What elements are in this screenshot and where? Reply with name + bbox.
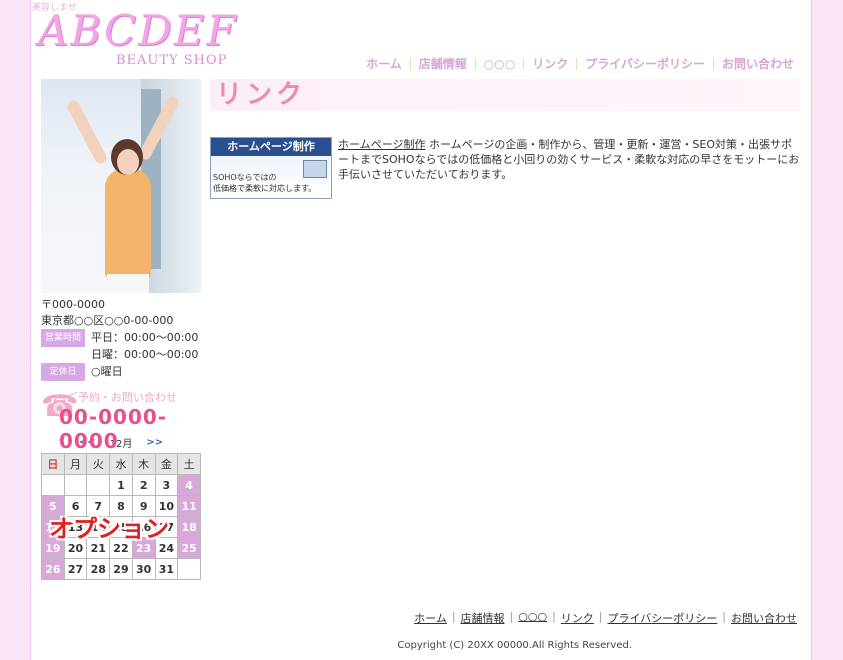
copyright: Copyright (C) 20XX 00000.All Rights Rese… bbox=[397, 640, 632, 651]
footer-nav-links[interactable]: リンク bbox=[556, 610, 599, 626]
weekday-cell: 水 bbox=[109, 453, 133, 475]
link-description: ホームページ制作 ホームページの企画・制作から、管理・更新・運営・SEO対策・出… bbox=[338, 137, 800, 199]
tel-block: ☎ ご予約・お問い合わせ 00-0000-0000 bbox=[41, 387, 201, 453]
postal-code: 〒000-0000 bbox=[41, 298, 105, 311]
footer-nav: ホーム | 店舗情報 | ○○○ | リンク | プライバシーポリシー | お問い合わせ bbox=[409, 610, 802, 626]
photo-person bbox=[105, 169, 151, 279]
global-nav: ホーム 店舗情報 ○○○ リンク プライバシーポリシー お問い合わせ bbox=[358, 55, 802, 72]
closed-label: 定休日 bbox=[41, 363, 85, 381]
calendar-day-holiday: 25 bbox=[177, 537, 201, 559]
calendar-day-holiday: 11 bbox=[177, 495, 201, 517]
nav-placeholder[interactable]: ○○○ bbox=[476, 57, 523, 71]
page-title: リンク bbox=[210, 79, 800, 111]
photo-arm bbox=[65, 98, 109, 166]
footer-nav-privacy[interactable]: プライバシーポリシー bbox=[603, 610, 723, 626]
calendar-day-holiday: 4 bbox=[177, 474, 201, 496]
model-photo bbox=[41, 79, 201, 293]
calendar: 日 月 火 水 木 金 土 1 2 3 4 5 6 7 8 9 10 11 12… bbox=[41, 453, 201, 580]
link-item: ホームページ制作 SOHOならではの 低価格で柔軟に対応します。 ホームページ制… bbox=[210, 137, 800, 199]
footer-nav-contact[interactable]: お問い合わせ bbox=[726, 610, 802, 626]
calendar-day: 29 bbox=[109, 558, 133, 580]
calendar-day bbox=[86, 474, 111, 496]
calendar-day: 27 bbox=[63, 558, 88, 580]
calendar-weekday-row: 日 月 火 水 木 金 土 bbox=[41, 453, 201, 475]
main-content: リンク ホームページ制作 SOHOならではの 低価格で柔軟に対応します。 ホーム… bbox=[210, 79, 800, 199]
hours-sunday: 日曜：00:00～00:00 bbox=[91, 348, 199, 361]
banner-title: ホームページ制作 bbox=[211, 138, 331, 156]
calendar-day-holiday: 26 bbox=[41, 558, 65, 580]
calendar-day: 31 bbox=[154, 558, 179, 580]
calendar-week: 26 27 28 29 30 31 bbox=[41, 558, 201, 580]
tel-caption: ご予約・お問い合わせ bbox=[67, 391, 177, 404]
nav-home[interactable]: ホーム bbox=[358, 55, 410, 72]
hours-weekday: 平日：00:00～00:00 bbox=[91, 331, 199, 344]
nav-privacy[interactable]: プライバシーポリシー bbox=[577, 55, 713, 72]
address: 東京都○○区○○0-00-000 bbox=[41, 314, 174, 327]
footer-nav-placeholder[interactable]: ○○○ bbox=[513, 610, 552, 626]
calendar-week: 1 2 3 4 bbox=[41, 474, 201, 496]
tel-number[interactable]: 00-0000-0000 bbox=[59, 405, 201, 453]
link-banner[interactable]: ホームページ制作 SOHOならではの 低価格で柔軟に対応します。 bbox=[210, 137, 332, 199]
option-overlay-label: オプション bbox=[49, 515, 169, 543]
footer-nav-shop-info[interactable]: 店舗情報 bbox=[456, 610, 510, 626]
hours-label: 営業時間 bbox=[41, 329, 85, 347]
calendar-day: 3 bbox=[154, 474, 179, 496]
phone-icon: ☎ bbox=[41, 389, 79, 424]
weekday-cell: 金 bbox=[154, 453, 179, 475]
calendar-day bbox=[41, 474, 65, 496]
hours-row: 営業時間 平日：00:00～00:00 bbox=[41, 329, 201, 347]
calendar-day-holiday: 18 bbox=[177, 516, 201, 538]
calendar-day bbox=[177, 558, 201, 580]
weekday-cell: 月 bbox=[63, 453, 88, 475]
calendar-day bbox=[63, 474, 88, 496]
weekday-cell: 火 bbox=[86, 453, 111, 475]
sidebar: 〒000-0000 東京都○○区○○0-00-000 営業時間 平日：00:00… bbox=[41, 79, 201, 580]
link-title[interactable]: ホームページ制作 bbox=[338, 138, 425, 151]
nav-contact[interactable]: お問い合わせ bbox=[714, 55, 802, 72]
weekday-cell: 土 bbox=[177, 453, 201, 475]
footer-nav-home[interactable]: ホーム bbox=[409, 610, 452, 626]
banner-subtext-line: 低価格で柔軟に対応します。 bbox=[213, 184, 317, 193]
banner-subtext: SOHOならではの 低価格で柔軟に対応します。 bbox=[213, 172, 316, 194]
calendar-day: 2 bbox=[131, 474, 156, 496]
closed-value: ○曜日 bbox=[91, 365, 123, 378]
nav-links[interactable]: リンク bbox=[524, 55, 576, 72]
closed-row: 定休日 ○曜日 bbox=[41, 363, 201, 381]
banner-subtext-line: SOHOならではの bbox=[213, 173, 277, 182]
photo-pants bbox=[107, 274, 149, 293]
shop-address-block: 〒000-0000 東京都○○区○○0-00-000 営業時間 平日：00:00… bbox=[41, 297, 201, 381]
page-container: 美容しませ ABCDEF BEAUTY SHOP ホーム 店舗情報 ○○○ リン… bbox=[30, 0, 812, 660]
photo-face bbox=[117, 149, 139, 175]
calendar-day: 30 bbox=[131, 558, 156, 580]
weekday-cell: 日 bbox=[41, 453, 65, 475]
nav-shop-info[interactable]: 店舗情報 bbox=[411, 55, 475, 72]
site-logo-subtitle: BEAUTY SHOP bbox=[116, 53, 228, 68]
site-logo[interactable]: ABCDEF bbox=[38, 6, 238, 55]
weekday-cell: 木 bbox=[131, 453, 156, 475]
calendar-day: 1 bbox=[109, 474, 133, 496]
calendar-day: 28 bbox=[86, 558, 111, 580]
